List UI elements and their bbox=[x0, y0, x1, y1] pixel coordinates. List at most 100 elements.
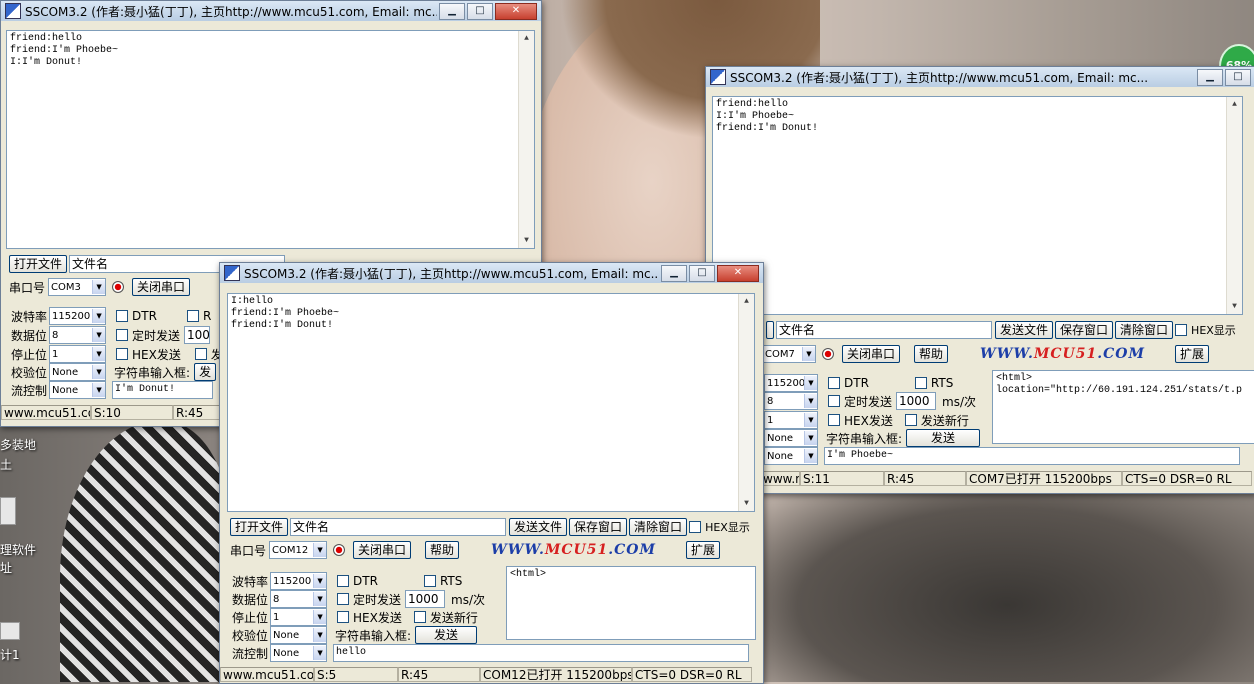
send-button[interactable]: 发送 bbox=[906, 429, 981, 447]
vertical-scrollbar[interactable]: ▲ ▼ bbox=[738, 294, 754, 511]
help-button[interactable]: 帮助 bbox=[914, 345, 949, 363]
open-file-button[interactable] bbox=[766, 321, 774, 339]
send-text-input[interactable]: I'm Phoebe~ bbox=[824, 447, 1240, 465]
desktop-icon-label[interactable]: 土 bbox=[0, 456, 12, 473]
title-bar[interactable]: SSCOM3.2 (作者:聂小猛(丁丁), 主页http://www.mcu51… bbox=[1, 1, 541, 21]
record-icon[interactable] bbox=[112, 281, 125, 293]
rts-checkbox[interactable] bbox=[914, 377, 927, 389]
chevron-down-icon[interactable]: ▼ bbox=[92, 365, 106, 379]
send-file-button[interactable]: 发送文件 bbox=[995, 321, 1054, 339]
close-port-button[interactable]: 关闭串口 bbox=[842, 345, 901, 363]
maximize-button[interactable]: □ bbox=[1225, 68, 1251, 86]
chevron-down-icon[interactable]: ▼ bbox=[313, 610, 327, 624]
desktop-icon-label[interactable]: 计1 bbox=[0, 646, 20, 663]
databits-select[interactable]: 8 ▼ bbox=[49, 326, 107, 344]
close-button[interactable]: ✕ bbox=[717, 264, 759, 282]
timed-send-checkbox[interactable] bbox=[337, 593, 350, 605]
title-bar[interactable]: SSCOM3.2 (作者:聂小猛(丁丁), 主页http://www.mcu51… bbox=[706, 67, 1254, 87]
chevron-down-icon[interactable]: ▼ bbox=[802, 347, 815, 361]
sscom-window-com12[interactable]: SSCOM3.2 (作者:聂小猛(丁丁), 主页http://www.mcu51… bbox=[219, 262, 764, 684]
chevron-down-icon[interactable]: ▼ bbox=[92, 383, 106, 397]
hex-display-checkbox[interactable] bbox=[689, 521, 702, 533]
maximize-button[interactable]: □ bbox=[467, 2, 493, 20]
save-window-button[interactable]: 保存窗口 bbox=[1055, 321, 1114, 339]
expand-button[interactable]: 扩展 bbox=[1174, 345, 1209, 363]
port-select[interactable]: COM7 ▼ bbox=[762, 345, 816, 363]
chevron-down-icon[interactable]: ▼ bbox=[313, 543, 327, 557]
timed-send-checkbox[interactable] bbox=[116, 329, 129, 341]
chevron-down-icon[interactable]: ▼ bbox=[804, 413, 817, 427]
chevron-down-icon[interactable]: ▼ bbox=[92, 347, 106, 361]
chevron-down-icon[interactable]: ▼ bbox=[92, 328, 106, 342]
flow-select[interactable]: None ▼ bbox=[49, 381, 107, 399]
close-button[interactable]: ✕ bbox=[495, 2, 537, 20]
sscom-window-com7[interactable]: SSCOM3.2 (作者:聂小猛(丁丁), 主页http://www.mcu51… bbox=[705, 66, 1254, 494]
parity-select[interactable]: None ▼ bbox=[270, 626, 328, 644]
clear-window-button[interactable]: 清除窗口 bbox=[1115, 321, 1174, 339]
parity-select[interactable]: None ▼ bbox=[764, 429, 818, 447]
port-select[interactable]: COM12 ▼ bbox=[269, 541, 328, 559]
hex-send-checkbox[interactable] bbox=[828, 414, 840, 426]
clear-window-button[interactable]: 清除窗口 bbox=[629, 518, 688, 536]
interval-input[interactable]: 1000 bbox=[896, 392, 937, 410]
chevron-down-icon[interactable]: ▼ bbox=[313, 628, 327, 642]
expand-button[interactable]: 扩展 bbox=[685, 541, 720, 559]
chevron-down-icon[interactable]: ▼ bbox=[313, 574, 327, 588]
dtr-checkbox[interactable] bbox=[337, 575, 350, 587]
chevron-down-icon[interactable]: ▼ bbox=[313, 646, 327, 660]
scroll-down-icon[interactable]: ▼ bbox=[739, 496, 754, 511]
receive-area[interactable]: friend:hello friend:I'm Phoebe~ I:I'm Do… bbox=[6, 30, 535, 249]
open-file-button[interactable]: 打开文件 bbox=[230, 518, 289, 536]
send-newline-checkbox[interactable] bbox=[904, 414, 917, 426]
hex-send-checkbox[interactable] bbox=[116, 348, 129, 360]
chevron-down-icon[interactable]: ▼ bbox=[804, 431, 817, 445]
chevron-down-icon[interactable]: ▼ bbox=[804, 449, 817, 463]
baud-select[interactable]: 115200 ▼ bbox=[270, 572, 328, 590]
hex-send-checkbox[interactable] bbox=[337, 611, 350, 623]
dtr-checkbox[interactable] bbox=[828, 377, 840, 389]
minimize-button[interactable]: ▁ bbox=[439, 2, 465, 20]
chevron-down-icon[interactable]: ▼ bbox=[92, 280, 106, 294]
close-port-button[interactable]: 关闭串口 bbox=[132, 278, 191, 296]
interval-input[interactable]: 1000 bbox=[405, 590, 446, 608]
save-window-button[interactable]: 保存窗口 bbox=[569, 518, 628, 536]
hex-display-checkbox[interactable] bbox=[1175, 324, 1188, 336]
interval-input[interactable]: 1000 bbox=[184, 326, 211, 344]
receive-area[interactable]: I:hello friend:I'm Phoebe~ friend:I'm Do… bbox=[227, 293, 755, 512]
scroll-up-icon[interactable]: ▲ bbox=[1227, 97, 1242, 112]
databits-select[interactable]: 8 ▼ bbox=[764, 392, 818, 410]
chevron-down-icon[interactable]: ▼ bbox=[804, 376, 817, 390]
close-port-button[interactable]: 关闭串口 bbox=[353, 541, 412, 559]
desktop-file-icon[interactable] bbox=[0, 622, 20, 640]
flow-select[interactable]: None ▼ bbox=[764, 447, 818, 465]
stopbits-select[interactable]: 1 ▼ bbox=[270, 608, 328, 626]
vertical-scrollbar[interactable]: ▲ ▼ bbox=[518, 31, 534, 248]
desktop-icon-label[interactable]: 址 bbox=[0, 559, 12, 576]
rts-checkbox[interactable] bbox=[423, 575, 436, 587]
send-text-input[interactable]: hello bbox=[333, 644, 750, 662]
send-file-button[interactable]: 发送文件 bbox=[509, 518, 568, 536]
send-button[interactable]: 发送 bbox=[415, 626, 478, 644]
scroll-up-icon[interactable]: ▲ bbox=[519, 31, 534, 46]
vertical-scrollbar[interactable]: ▲ ▼ bbox=[1226, 97, 1242, 314]
parity-select[interactable]: None ▼ bbox=[49, 363, 107, 381]
title-bar[interactable]: SSCOM3.2 (作者:聂小猛(丁丁), 主页http://www.mcu51… bbox=[220, 263, 763, 283]
databits-select[interactable]: 8 ▼ bbox=[270, 590, 328, 608]
scroll-down-icon[interactable]: ▼ bbox=[1227, 299, 1242, 314]
open-file-button[interactable]: 打开文件 bbox=[9, 255, 68, 273]
chevron-down-icon[interactable]: ▼ bbox=[313, 592, 327, 606]
record-icon[interactable] bbox=[822, 348, 834, 360]
dtr-checkbox[interactable] bbox=[116, 310, 129, 322]
rts-checkbox[interactable] bbox=[186, 310, 199, 322]
desktop-icon-label[interactable]: 多装地 bbox=[0, 436, 36, 453]
port-select[interactable]: COM3 ▼ bbox=[48, 278, 107, 296]
extended-output-pane[interactable]: <html> bbox=[506, 566, 756, 640]
baud-select[interactable]: 115200 ▼ bbox=[49, 307, 107, 325]
desktop-file-icon[interactable] bbox=[0, 497, 16, 525]
flow-select[interactable]: None ▼ bbox=[270, 644, 328, 662]
send-text-input[interactable]: I'm Donut! bbox=[112, 381, 214, 399]
send-newline-checkbox[interactable] bbox=[194, 348, 207, 360]
desktop-icon-label[interactable]: 理软件 bbox=[0, 541, 36, 558]
stopbits-select[interactable]: 1 ▼ bbox=[49, 345, 107, 363]
minimize-button[interactable]: ▁ bbox=[661, 264, 687, 282]
